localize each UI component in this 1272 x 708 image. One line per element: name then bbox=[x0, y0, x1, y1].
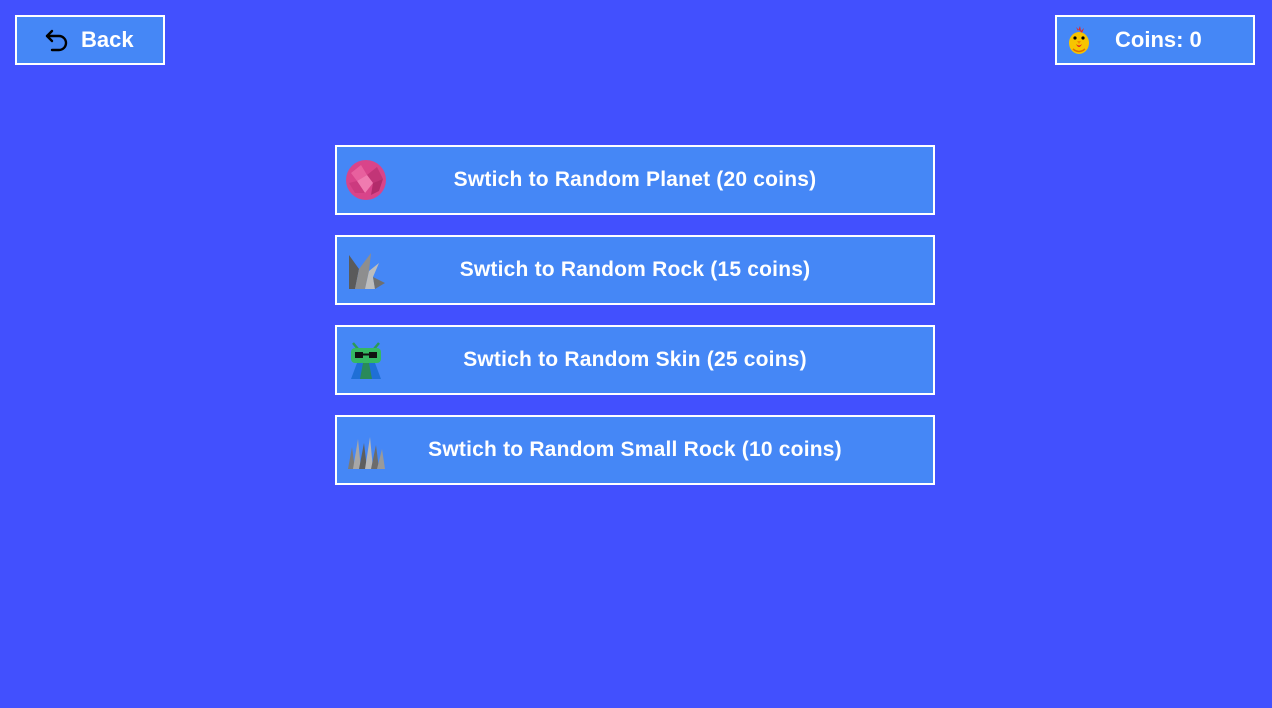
chicken-icon bbox=[1065, 24, 1093, 56]
random-rock-button[interactable]: Swtich to Random Rock (15 coins) bbox=[335, 235, 935, 305]
random-planet-label: Swtich to Random Planet (20 coins) bbox=[453, 168, 817, 191]
undo-arrow-icon bbox=[43, 27, 71, 55]
coins-display: Coins: 0 bbox=[1055, 15, 1255, 65]
random-rock-label: Swtich to Random Rock (15 coins) bbox=[459, 258, 811, 281]
random-skin-button[interactable]: Swtich to Random Skin (25 coins) bbox=[335, 325, 935, 395]
random-small-rock-button[interactable]: Swtich to Random Small Rock (10 coins) bbox=[335, 415, 935, 485]
random-small-rock-label: Swtich to Random Small Rock (10 coins) bbox=[428, 438, 842, 461]
coins-label: Coins: 0 bbox=[1115, 27, 1202, 52]
random-planet-button[interactable]: Swtich to Random Planet (20 coins) bbox=[335, 145, 935, 215]
back-label: Back bbox=[81, 27, 134, 52]
back-button[interactable]: Back bbox=[15, 15, 165, 65]
random-skin-label: Swtich to Random Skin (25 coins) bbox=[463, 348, 807, 371]
